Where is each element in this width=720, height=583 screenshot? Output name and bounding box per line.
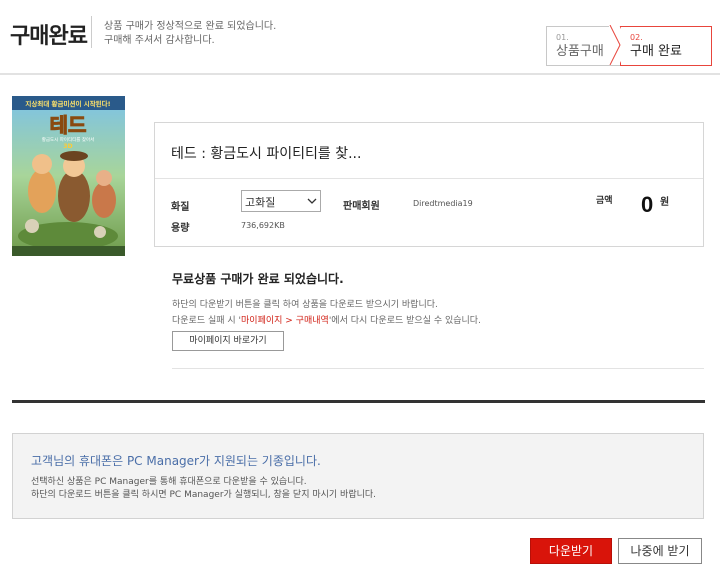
step-label: 구매 완료 xyxy=(630,44,682,59)
divider xyxy=(172,368,704,369)
product-info-box: 테드 : 황금도시 파이티티를 찾... 화질 고화질 판매회원 Diredtm… xyxy=(154,122,704,247)
page-header: 구매완료 상품 구매가 정상적으로 완료 되었습니다. 구매해 주셔서 감사합니… xyxy=(0,0,720,75)
failure-message-prefix: 다운로드 실패 시 ' xyxy=(172,316,242,326)
header-message-line1: 상품 구매가 정상적으로 완료 되었습니다. xyxy=(104,21,277,32)
completion-message: 하단의 다운받기 버튼을 클릭 하여 상품을 다운로드 받으시기 바랍니다. xyxy=(172,300,438,310)
poster-tagline: 지상최대 황금미션이 시작된다! xyxy=(25,99,110,108)
go-to-mypage-button[interactable]: 마이페이지 바로가기 xyxy=(172,331,284,351)
completion-title: 무료상품 구매가 완료 되었습니다. xyxy=(172,272,344,286)
download-button[interactable]: 다운받기 xyxy=(530,538,612,564)
seller-value: Diredtmedia19 xyxy=(413,199,473,208)
price-label: 금액 xyxy=(596,196,613,206)
header-message: 상품 구매가 정상적으로 완료 되었습니다. 구매해 주셔서 감사합니다. xyxy=(104,20,276,48)
price-value: 0 xyxy=(641,192,654,217)
quality-select[interactable]: 고화질 xyxy=(241,190,321,212)
pc-manager-message-2: 하단의 다운로드 버튼을 클릭 하시면 PC Manager가 실행되니, 창을… xyxy=(31,490,377,500)
product-title: 테드 : 황금도시 파이티티를 찾... xyxy=(171,146,362,162)
step-number: 02. xyxy=(630,33,643,42)
header-divider xyxy=(91,16,92,48)
seller-label: 판매회원 xyxy=(343,201,380,212)
completion-failure-message: 다운로드 실패 시 '마이페이지 > 구매내역'에서 다시 다운로드 받으실 수… xyxy=(172,313,481,326)
price-unit: 원 xyxy=(660,197,670,208)
step-arrow-icon xyxy=(609,25,629,65)
section-divider xyxy=(12,400,705,403)
quality-label: 화질 xyxy=(171,202,190,213)
failure-message-suffix: '에서 다시 다운로드 받으실 수 있습니다. xyxy=(328,316,481,326)
chevron-down-icon xyxy=(307,196,317,206)
header-message-line2: 구매해 주셔서 감사합니다. xyxy=(104,35,215,46)
pc-manager-title: 고객님의 휴대폰은 PC Manager가 지원되는 기종입니다. xyxy=(31,454,321,468)
step-indicator: 01. 상품구매 02. 구매 완료 xyxy=(546,25,712,66)
size-label: 용량 xyxy=(171,223,190,234)
mypage-purchase-history-link-text: 마이페이지 > 구매내역 xyxy=(241,316,329,326)
poster-badge: 3D xyxy=(63,143,72,150)
quality-select-value: 고화질 xyxy=(245,196,276,209)
product-poster: 지상최대 황금미션이 시작된다! 테드 황금도시 파이티티를 찾아서 3D xyxy=(12,96,125,256)
poster-subtitle: 황금도시 파이티티를 찾아서 xyxy=(42,136,95,143)
poster-logo: 테드 xyxy=(50,113,87,137)
pc-manager-message-1: 선택하신 상품은 PC Manager를 통해 휴대폰으로 다운받을 수 있습니… xyxy=(31,477,307,487)
size-value: 736,692KB xyxy=(241,221,285,230)
step-complete: 02. 구매 완료 xyxy=(620,26,712,66)
pc-manager-notice: 고객님의 휴대폰은 PC Manager가 지원되는 기종입니다. 선택하신 상… xyxy=(12,433,704,519)
page-title: 구매완료 xyxy=(10,24,88,49)
download-later-button[interactable]: 나중에 받기 xyxy=(618,538,702,564)
divider xyxy=(155,178,703,179)
